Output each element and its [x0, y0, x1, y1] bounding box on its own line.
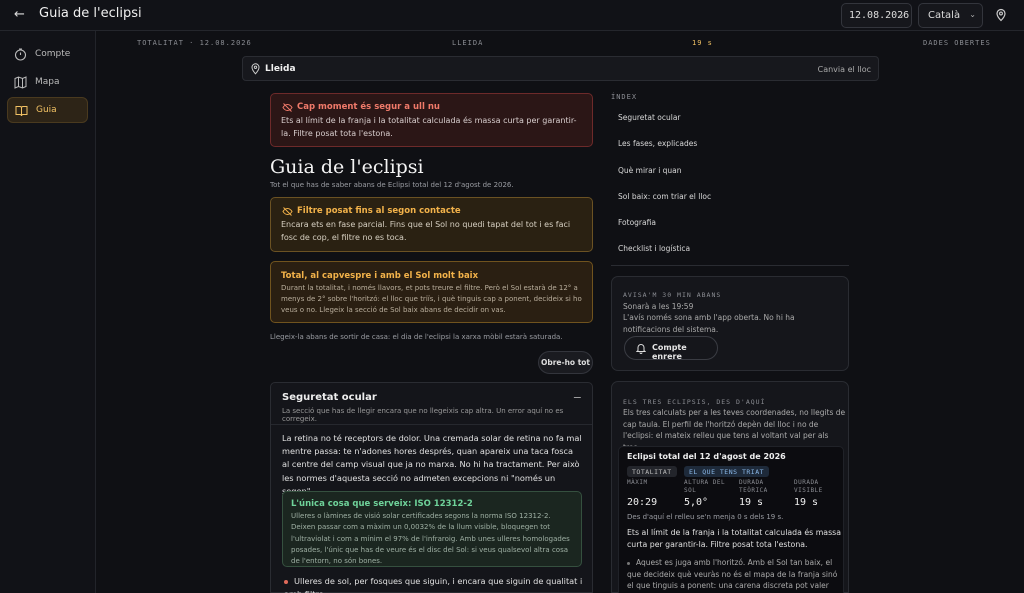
status-badge: TOTALITAT [627, 466, 677, 477]
eclipse-title: Eclipsi total del 12 d'agost de 2026 [627, 452, 786, 461]
strip-duration: 19 s [692, 39, 713, 47]
guide-subtitle: Tot el que has de saber abans de Eclipsi… [270, 181, 514, 189]
countdown-button[interactable]: Compte enrere [624, 336, 718, 361]
stat-value: 19 s [739, 497, 764, 508]
change-location-link[interactable]: Canvia el lloc [818, 65, 871, 74]
strip-place: LLEIDA [452, 39, 484, 47]
stat-value: 5,0° [684, 497, 709, 508]
reminder-card: AVISA'M 30 MIN ABANS Sonarà a les 19:59 … [611, 276, 849, 371]
index-label: ÍNDEX [611, 93, 638, 101]
strip-open-data[interactable]: DADES OBERTES [923, 39, 991, 47]
sidebar-item-mapa[interactable]: Mapa [7, 69, 88, 95]
sidebar: Compte Mapa Guia [0, 31, 96, 593]
eye-off-icon [282, 207, 293, 216]
sidebar-item-guia[interactable]: Guia [7, 97, 88, 123]
stat-value: 19 s [794, 497, 819, 508]
stat-label: ALTURA DEL SOL [684, 479, 726, 494]
iso-text: Ulleres o làmines de visió solar certifi… [291, 512, 570, 566]
eclipses-card: ELS TRES ECLIPSIS, DES D'AQUÍ Els tres c… [611, 381, 849, 593]
book-icon [15, 105, 28, 116]
reminder-label: AVISA'M 30 MIN ABANS [623, 291, 722, 299]
reminder-time: Sonarà a les 19:59 [623, 302, 694, 311]
location-pin-icon [251, 63, 260, 75]
low-sun-alert: Total, al capvespre i amb el Sol molt ba… [270, 261, 593, 323]
list-item: Aquest es juga amb l'horitzó. Amb el Sol… [627, 557, 841, 593]
section-body: La retina no té receptors de dolor. Una … [282, 433, 582, 496]
language-select[interactable]: Català ⌄ [918, 3, 983, 28]
strip-date: TOTALITAT · 12.08.2026 [137, 39, 252, 47]
stat-value: 20:29 [627, 497, 658, 508]
stat-label: DURADA TEÒRICA [739, 479, 768, 494]
section-subtitle: La secció que has de llegir encara que n… [282, 407, 564, 423]
index-item[interactable]: Sol baix: com triar el lloc [618, 192, 711, 201]
bell-icon [636, 344, 646, 354]
danger-alert: Cap moment és segur a ull nu Ets al lími… [270, 93, 593, 147]
bullet-text: Aquest es juga amb l'horitzó. Amb el Sol… [627, 558, 838, 593]
alert-text: Ets al límit de la franja i la totalitat… [281, 116, 577, 138]
alert-title: Total, al capvespre i amb el Sol molt ba… [281, 271, 479, 281]
reminder-text: L'avís només sona amb l'app oberta. No h… [623, 313, 795, 334]
bullet-dot [284, 579, 288, 584]
offline-note: Llegeix-la abans de sortir de casa: el d… [270, 333, 563, 341]
location-name: Lleida [265, 64, 296, 74]
status-strip: TOTALITAT · 12.08.2026 LLEIDA 19 s DADES… [96, 31, 1024, 54]
horizon-detail: Des d'aquí el relleu se'n menja 0 s dels… [627, 513, 784, 521]
map-icon [14, 75, 27, 89]
date-select[interactable]: 12.08.2026 ⌄ [841, 3, 912, 28]
location-pin-icon[interactable] [994, 8, 1008, 22]
collapse-button[interactable]: − [573, 391, 582, 404]
alert-title: Cap moment és segur a ull nu [297, 102, 440, 112]
sidebar-item-label: Compte [35, 49, 71, 59]
chevron-down-icon: ⌄ [898, 10, 905, 19]
location-bar: Lleida Canvia el lloc [242, 56, 879, 81]
top-bar: ← Guia de l'eclipsi 12.08.2026 ⌄ Català … [0, 0, 1024, 31]
divider [271, 424, 592, 425]
index-item[interactable]: Què mirar i quan [618, 166, 682, 175]
iso-title: L'única cosa que serveix: ISO 12312-2 [291, 499, 473, 509]
bullet-text: Ulleres de sol, per fosques que siguin, … [284, 576, 583, 593]
index-item[interactable]: Les fases, explicades [618, 139, 697, 148]
alert-title: Filtre posat fins al segon contacte [297, 206, 461, 216]
guide-title: Guia de l'eclipsi [270, 156, 424, 178]
sidebar-item-label: Guia [36, 105, 57, 115]
bullet-dot [627, 561, 630, 565]
timer-icon [14, 47, 27, 61]
stat-label: MÀXIM [627, 479, 648, 486]
countdown-label: Compte enrere [652, 343, 687, 361]
alert-text: Durant la totalitat, i només llavors, et… [281, 284, 582, 314]
sidebar-item-label: Mapa [35, 77, 60, 87]
eye-off-icon [282, 103, 293, 112]
language-value: Català [928, 10, 961, 21]
selected-badge: EL QUE TENS TRIAT [684, 466, 770, 477]
alert-text: Encara ets en fase parcial. Fins que el … [281, 220, 571, 242]
eclipses-label: ELS TRES ECLIPSIS, DES D'AQUÍ [623, 398, 766, 406]
stat-label: DURADA VISIBLE [794, 479, 823, 494]
back-button[interactable]: ← [14, 7, 25, 22]
chevron-down-icon: ⌄ [969, 10, 976, 19]
section-eye-safety: Seguretat ocular La secció que has de ll… [270, 382, 593, 593]
edge-warning: Ets al límit de la franja i la totalitat… [627, 528, 841, 549]
iso-callout: L'única cosa que serveix: ISO 12312-2 Ul… [282, 491, 582, 567]
index-item[interactable]: Fotografia [618, 218, 656, 227]
eclipse-detail-card[interactable]: Eclipsi total del 12 d'agost de 2026 TOT… [618, 446, 844, 593]
section-title[interactable]: Seguretat ocular [282, 392, 377, 403]
open-all-button[interactable]: Obre-ho tot [538, 351, 593, 374]
index-item[interactable]: Seguretat ocular [618, 113, 681, 122]
index-item[interactable]: Checklist i logística [618, 244, 690, 253]
divider [611, 265, 849, 266]
sidebar-item-compte[interactable]: Compte [7, 41, 88, 67]
warning-alert: Filtre posat fins al segon contacte Enca… [270, 197, 593, 252]
list-item: Ulleres de sol, per fosques que siguin, … [284, 575, 584, 593]
page-title: Guia de l'eclipsi [39, 6, 142, 21]
